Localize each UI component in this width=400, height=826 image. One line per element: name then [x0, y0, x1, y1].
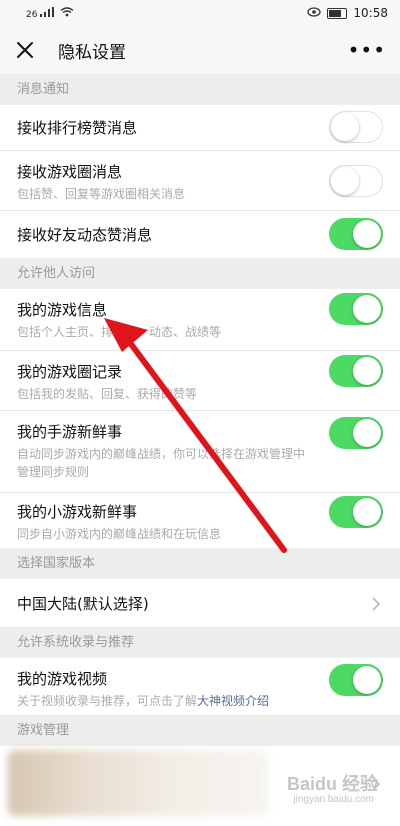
section-header-manage: 游戏管理: [0, 715, 400, 746]
setting-row-mobile-game-news: 我的手游新鲜事 自动同步游戏内的巅峰战绩，你可以选择在游戏管理中管理同步规则: [0, 411, 400, 493]
chevron-right-icon: [372, 596, 381, 615]
page-title: 隐私设置: [58, 42, 126, 63]
toggle-mobile-game-news[interactable]: [329, 417, 383, 449]
blurred-region: [8, 750, 268, 816]
toggle-mini-game-news[interactable]: [329, 496, 383, 528]
eye-icon: [307, 6, 322, 20]
setting-row-mini-game-news: 我的小游戏新鲜事 同步自小游戏内的巅峰战绩和在玩信息: [0, 493, 400, 548]
row-subtitle: 自动同步游戏内的巅峰战绩，你可以选择在游戏管理中管理同步规则: [17, 447, 306, 479]
setting-row-circle-records: 我的游戏圈记录 包括我的发贴、回复、获得的赞等: [0, 351, 400, 411]
status-time: 10:58: [353, 6, 388, 20]
section-header-access: 允许他人访问: [0, 258, 400, 289]
status-bar: 26 10:58: [0, 0, 400, 26]
close-icon: [17, 42, 33, 58]
toggle-circle-records[interactable]: [329, 355, 383, 387]
more-icon: •••: [347, 38, 386, 62]
nav-bar: 隐私设置 •••: [0, 26, 400, 74]
toggle-leaderboard-likes[interactable]: [329, 111, 383, 143]
row-subtitle-text: 关于视频收录与推荐，可点击了解: [17, 694, 198, 708]
video-intro-link[interactable]: 大神视频介绍: [197, 694, 269, 708]
setting-row-game-circle: 接收游戏圈消息 包括赞、回复等游戏圈相关消息: [0, 151, 400, 211]
watermark-url: jingyan.baidu.com: [293, 794, 374, 805]
battery-icon: [327, 7, 348, 19]
toggle-game-info[interactable]: [329, 293, 383, 325]
setting-row-friend-likes: 接收好友动态赞消息: [0, 211, 400, 258]
close-button[interactable]: [0, 26, 50, 74]
toggle-friend-likes[interactable]: [329, 218, 383, 250]
section-header-recommend: 允许系统收录与推荐: [0, 627, 400, 658]
row-title: 中国大陆(默认选择): [17, 595, 149, 613]
toggle-game-circle[interactable]: [329, 165, 383, 197]
setting-row-game-video: 我的游戏视频 关于视频收录与推荐，可点击了解大神视频介绍: [0, 658, 400, 715]
row-subtitle: 包括个人主页、排行榜、动态、战绩等: [17, 325, 222, 339]
section-header-notify: 消息通知: [0, 74, 400, 105]
row-subtitle: 包括我的发贴、回复、获得的赞等: [17, 387, 198, 401]
signal-icon: 26: [26, 6, 55, 20]
section-header-country: 选择国家版本: [0, 548, 400, 579]
setting-row-leaderboard-likes: 接收排行榜赞消息: [0, 105, 400, 151]
wifi-icon: [60, 6, 74, 20]
setting-row-country[interactable]: 中国大陆(默认选择): [0, 579, 400, 627]
setting-row-game-info: 我的游戏信息 包括个人主页、排行榜、动态、战绩等: [0, 289, 400, 351]
more-button[interactable]: •••: [348, 40, 386, 60]
toggle-game-video[interactable]: [329, 664, 383, 696]
watermark-logo: Baidu 经验: [286, 774, 378, 794]
